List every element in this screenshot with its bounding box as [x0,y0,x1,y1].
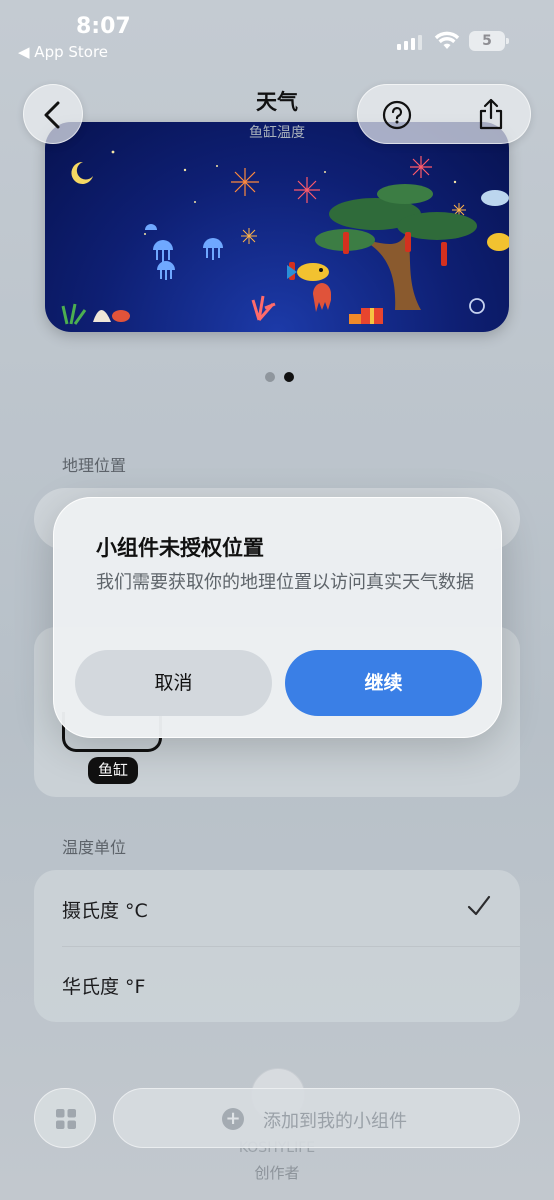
cellular-signal-icon [397,34,422,50]
creator-label: 创作者 [254,1164,300,1182]
widget-preview[interactable] [45,122,509,332]
page-indicator[interactable] [265,372,294,382]
temperature-unit-label: 温度单位 [62,838,127,857]
page-dot-1[interactable] [265,372,275,382]
location-permission-dialog: 小组件未授权位置 我们需要获取你的地理位置以访问真实天气数据 取消 继续 [53,497,502,738]
aquarium-scene-illustration [61,150,509,325]
help-icon[interactable] [382,100,412,130]
checkmark-icon [467,895,491,916]
dialog-title: 小组件未授权位置 [96,536,264,560]
status-bar: 8:07 ◀ App Store 5 [0,0,554,70]
header-actions [357,84,531,144]
grid-icon [56,1109,76,1129]
location-section-label: 地理位置 [62,456,127,475]
battery-indicator: 5 [469,31,509,51]
widget-gallery-button[interactable] [34,1088,96,1148]
page-dot-2[interactable] [284,372,294,382]
row-divider [62,946,520,947]
cancel-button[interactable]: 取消 [75,650,272,716]
add-widget-button[interactable]: + 添加到我的小组件 [113,1088,520,1148]
style-tag: 鱼缸 [88,757,138,784]
dialog-message: 我们需要获取你的地理位置以访问真实天气数据 [96,572,474,593]
continue-button[interactable]: 继续 [285,650,482,716]
status-time: 8:07 [76,14,131,39]
unit-option-fahrenheit[interactable]: 华氏度 °F [62,972,145,999]
unit-option-celsius[interactable]: 摄氏度 °C [62,896,148,923]
add-widget-label: 添加到我的小组件 [263,1111,407,1132]
wifi-icon [434,31,460,49]
share-icon[interactable] [476,97,506,131]
plus-icon: + [222,1108,244,1130]
back-to-app-link[interactable]: ◀ App Store [18,43,108,61]
